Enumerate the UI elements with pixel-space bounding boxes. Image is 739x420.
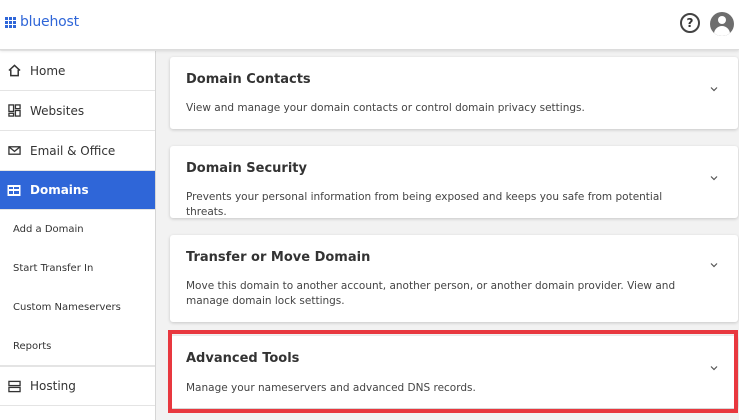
sidebar-item-email-office[interactable]: Email & Office	[0, 131, 155, 171]
card-description: Move this domain to another account, ano…	[186, 280, 676, 307]
sidebar-subitem-start-transfer[interactable]: Start Transfer In	[0, 249, 155, 288]
sidebar-item-label: Hosting	[30, 379, 76, 393]
sidebar-subitem-add-domain[interactable]: Add a Domain	[0, 210, 155, 249]
top-bar: bluehost ?	[0, 0, 739, 50]
chevron-down-icon[interactable]	[709, 173, 719, 183]
chevron-down-icon[interactable]	[709, 260, 719, 270]
help-icon[interactable]: ?	[680, 13, 700, 33]
card-description: View and manage your domain contacts or …	[186, 102, 585, 114]
account-avatar-icon[interactable]	[710, 12, 734, 36]
server-icon	[7, 379, 21, 393]
domains-icon	[7, 183, 21, 197]
card-title: Domain Contacts	[186, 72, 311, 87]
sidebar-item-label: Websites	[30, 103, 85, 118]
sidebar-item-websites[interactable]: Websites	[0, 91, 155, 131]
card-transfer-move-domain[interactable]: Transfer or Move Domain Move this domain…	[170, 235, 738, 322]
sidebar-subitem-custom-nameservers[interactable]: Custom Nameservers	[0, 288, 155, 327]
card-title: Advanced Tools	[186, 351, 300, 366]
card-domain-contacts[interactable]: Domain Contacts View and manage your dom…	[170, 57, 738, 129]
sidebar-item-label: Domains	[30, 183, 89, 197]
sidebar-item-hosting[interactable]: Hosting	[0, 366, 155, 406]
sidebar: Home Websites Email & Office Domains Add…	[0, 51, 156, 420]
sidebar-item-label: Email & Office	[30, 143, 116, 158]
sidebar-item-label: Home	[30, 63, 66, 78]
logo-grid-icon	[5, 16, 16, 28]
sidebar-subitem-reports[interactable]: Reports	[0, 327, 155, 366]
mail-icon	[7, 144, 21, 158]
sidebar-item-home[interactable]: Home	[0, 51, 155, 91]
card-domain-security[interactable]: Domain Security Prevents your personal i…	[170, 146, 738, 218]
card-description: Prevents your personal information from …	[186, 191, 663, 218]
sidebar-item-domains[interactable]: Domains	[0, 171, 155, 210]
card-title: Transfer or Move Domain	[186, 250, 371, 265]
chevron-down-icon[interactable]	[709, 84, 719, 94]
bluehost-logo[interactable]: bluehost	[5, 14, 79, 30]
dashboard-icon	[7, 104, 21, 118]
card-description: Manage your nameservers and advanced DNS…	[186, 382, 476, 394]
card-advanced-tools[interactable]: Advanced Tools Manage your nameservers a…	[170, 336, 738, 408]
chevron-down-icon[interactable]	[709, 363, 719, 373]
home-icon	[7, 64, 21, 78]
card-title: Domain Security	[186, 161, 307, 176]
logo-text: bluehost	[20, 14, 79, 30]
